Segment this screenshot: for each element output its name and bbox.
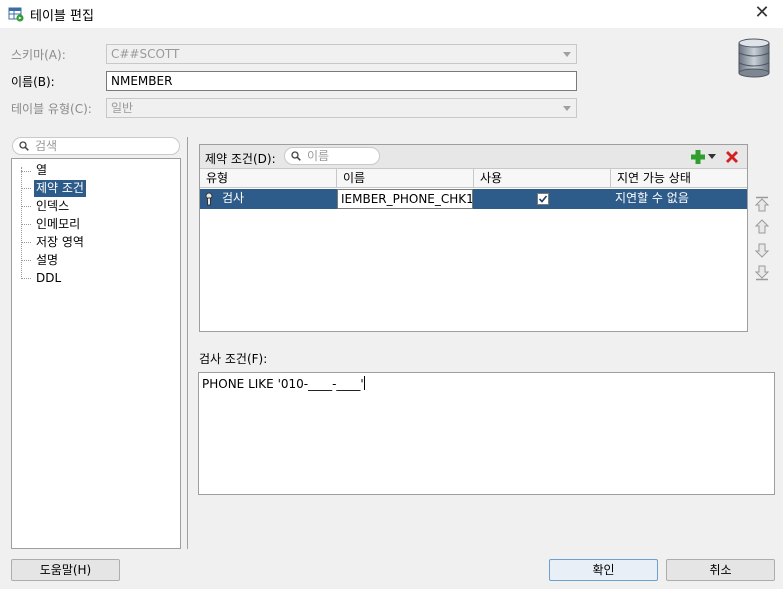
check-condition-value: PHONE LIKE '010-____-____': [202, 377, 364, 391]
row-type: 검사: [222, 191, 245, 205]
row-deferrable: 지연할 수 없음: [615, 191, 689, 205]
constraints-search-placeholder: 이름: [307, 149, 330, 163]
move-bottom-icon[interactable]: [753, 264, 771, 282]
table-type-label: 테이블 유형(C):: [11, 102, 92, 116]
tree-item-inmemory[interactable]: 인메모리: [34, 216, 82, 233]
column-header-enabled[interactable]: 사용: [474, 169, 611, 188]
tree-item-columns[interactable]: 열: [34, 162, 49, 179]
checkmark-icon: [539, 195, 547, 203]
left-search-input[interactable]: 검색: [12, 137, 180, 155]
column-header-deferrable[interactable]: 지연 가능 상태: [611, 169, 747, 188]
left-search-placeholder: 검색: [35, 139, 58, 153]
tree-branch: [21, 206, 31, 207]
tree-branch: [21, 188, 31, 189]
close-icon[interactable]: ✕: [751, 2, 773, 24]
move-up-icon[interactable]: [753, 218, 771, 236]
column-header-name[interactable]: 이름: [337, 169, 474, 188]
constraints-grid-header: 유형 이름 사용 지연 가능 상태: [200, 169, 747, 188]
table-edit-icon: [8, 7, 24, 22]
move-top-icon[interactable]: [753, 195, 771, 213]
name-label: 이름(B):: [11, 75, 55, 89]
constraints-panel: 제약 조건(D): 이름 유형 이름 사용 지연 가능 상태 검사 IEMBER…: [199, 144, 748, 332]
title-bar: 테이블 편집 ✕: [0, 0, 783, 28]
delete-icon[interactable]: [724, 149, 740, 165]
check-condition-label: 검사 조건(F):: [199, 352, 268, 366]
cancel-button[interactable]: 취소: [666, 559, 775, 581]
schema-label: 스키마(A):: [11, 48, 66, 62]
tree-item-storage[interactable]: 저장 영역: [34, 234, 86, 251]
add-icon[interactable]: [690, 149, 706, 165]
search-icon: [291, 151, 301, 161]
section-tree: 열 제약 조건 인덱스 인메모리 저장 영역 설명 DDL: [11, 158, 181, 549]
table-row[interactable]: 검사 IEMBER_PHONE_CHK1 지연할 수 없음: [200, 189, 747, 209]
table-type-value: 일반: [111, 101, 134, 115]
move-down-icon[interactable]: [753, 241, 771, 259]
help-button[interactable]: 도움말(H): [11, 559, 120, 581]
chevron-down-icon: [563, 52, 571, 57]
tree-item-constraints[interactable]: 제약 조건: [34, 180, 86, 197]
row-name: IEMBER_PHONE_CHK1: [341, 192, 473, 206]
text-caret: [363, 376, 365, 390]
tree-branch: [21, 242, 31, 243]
constraints-search-input[interactable]: 이름: [284, 147, 380, 165]
chevron-down-icon[interactable]: [708, 154, 716, 160]
table-name-input[interactable]: NMEMBER: [106, 71, 577, 91]
search-icon: [19, 141, 29, 151]
table-name-value: NMEMBER: [111, 74, 173, 88]
tree-item-indexes[interactable]: 인덱스: [34, 198, 71, 215]
tree-branch: [21, 278, 31, 279]
chevron-down-icon: [563, 106, 571, 111]
tree-item-comment[interactable]: 설명: [34, 252, 60, 269]
row-enabled-checkbox[interactable]: [537, 193, 549, 205]
constraints-toolbar: 제약 조건(D): 이름: [200, 145, 747, 169]
splitter[interactable]: [187, 137, 188, 549]
tree-branch: [21, 171, 31, 172]
tree-branch: [21, 224, 31, 225]
tree-connector: [21, 167, 22, 279]
tree-branch: [21, 260, 31, 261]
window-title: 테이블 편집: [30, 9, 94, 24]
tree-item-ddl[interactable]: DDL: [34, 270, 63, 287]
schema-select: C##SCOTT: [106, 44, 577, 64]
check-constraint-icon: [205, 192, 213, 206]
table-type-select: 일반: [106, 98, 577, 118]
constraints-label: 제약 조건(D):: [205, 152, 276, 166]
database-icon: [738, 38, 770, 78]
column-header-type[interactable]: 유형: [200, 169, 337, 188]
schema-value: C##SCOTT: [111, 47, 180, 61]
row-name-editor[interactable]: IEMBER_PHONE_CHK1: [337, 189, 473, 209]
check-condition-textarea[interactable]: PHONE LIKE '010-____-____': [198, 372, 775, 495]
ok-button[interactable]: 확인: [549, 559, 658, 581]
